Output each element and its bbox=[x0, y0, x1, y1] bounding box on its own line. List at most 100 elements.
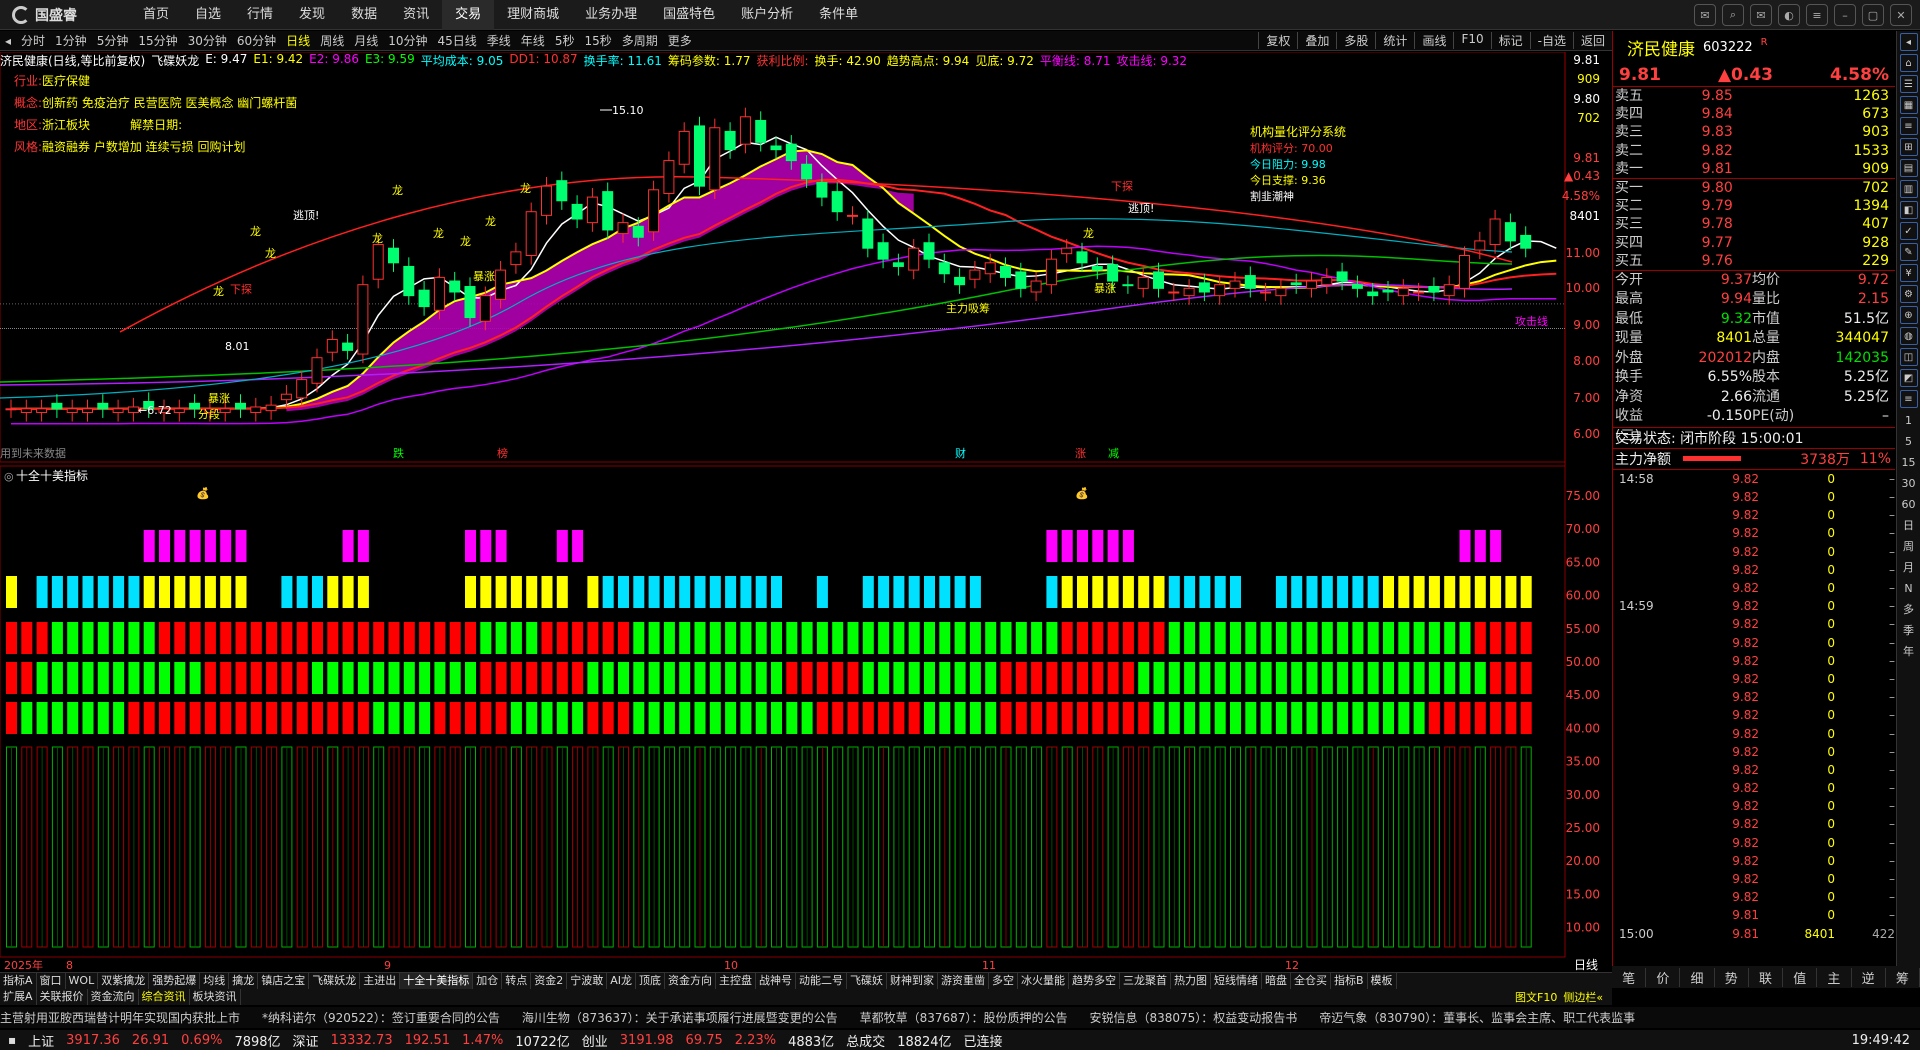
period-tab[interactable]: 分时 bbox=[16, 32, 50, 49]
indicator-tab[interactable]: WOL bbox=[66, 973, 99, 989]
quote-tab[interactable]: 联 bbox=[1749, 967, 1784, 987]
side-tool-icon[interactable]: ▦ bbox=[1899, 96, 1918, 114]
menu-item[interactable]: 行情 bbox=[234, 0, 286, 30]
indicator-tab[interactable]: 冰火量能 bbox=[1018, 973, 1069, 989]
indicator-tab[interactable]: 财神到家 bbox=[887, 973, 938, 989]
f10-link[interactable]: 侧边栏« bbox=[1563, 989, 1603, 1005]
news-item[interactable]: 草都牧草（837687）：股份质押的公告 bbox=[860, 1009, 1068, 1026]
indicator-tab[interactable]: 转点 bbox=[502, 973, 532, 989]
menu-item[interactable]: 理财商城 bbox=[494, 0, 572, 30]
info-tab[interactable]: 综合资讯 bbox=[139, 989, 190, 1005]
news-item[interactable]: *纳科诺尔（920522）：签订重要合同的公告 bbox=[262, 1009, 500, 1026]
info-tab[interactable]: 资金流向 bbox=[88, 989, 139, 1005]
info-tab[interactable]: 关联报价 bbox=[37, 989, 88, 1005]
indicator-tab[interactable]: 多空 bbox=[989, 973, 1018, 989]
indicator-tab[interactable]: 均线 bbox=[200, 973, 230, 989]
menu-item[interactable]: 发现 bbox=[286, 0, 338, 30]
period-tab[interactable]: 日线 bbox=[281, 32, 315, 49]
side-period[interactable]: 月 bbox=[1900, 558, 1918, 576]
side-period[interactable]: 30 bbox=[1900, 474, 1918, 492]
period-tab[interactable]: 多周期 bbox=[617, 32, 663, 49]
indicator-tab[interactable]: 镇店之宝 bbox=[258, 973, 310, 989]
indicator-tab[interactable]: 主控盘 bbox=[716, 973, 756, 989]
news-item[interactable]: 海川生物（873637）：关于承诺事项履行进展暨变更的公告 bbox=[522, 1009, 838, 1026]
side-tool-icon[interactable]: ¥ bbox=[1899, 264, 1918, 282]
toolbar-button[interactable]: 标记 bbox=[1490, 32, 1530, 49]
side-tool-icon[interactable]: ▤ bbox=[1899, 159, 1918, 177]
indicator-tab[interactable]: 暗盘 bbox=[1262, 973, 1291, 989]
side-period[interactable]: 季 bbox=[1900, 621, 1918, 639]
quote-tab[interactable]: 值 bbox=[1783, 967, 1818, 987]
indicator-tab[interactable]: 宁波敢 bbox=[567, 973, 608, 989]
indicator-tab[interactable]: 热力图 bbox=[1171, 973, 1211, 989]
indicator-tab[interactable]: 擒龙 bbox=[229, 973, 259, 989]
close-button[interactable]: ✕ bbox=[1890, 4, 1912, 26]
side-tool-icon[interactable]: ⊕ bbox=[1899, 306, 1918, 324]
menu-item[interactable]: 资讯 bbox=[390, 0, 442, 30]
indicator-tab[interactable]: 三龙聚首 bbox=[1120, 973, 1171, 989]
quote-tab[interactable]: 笔 bbox=[1612, 967, 1647, 987]
indicator-tab[interactable]: 强势起爆 bbox=[149, 973, 201, 989]
menu-item[interactable]: 国盛特色 bbox=[650, 0, 728, 30]
period-tab[interactable]: 更多 bbox=[663, 32, 697, 49]
quote-tab[interactable]: 细 bbox=[1680, 967, 1715, 987]
candlestick-chart[interactable]: 9.81 909 9.80 702 9.81 ▲0.43 4.58% 8401 11.00 10.… bbox=[0, 52, 1612, 972]
menu-item[interactable]: 业务办理 bbox=[572, 0, 650, 30]
toolbar-button[interactable]: F10 bbox=[1453, 32, 1490, 49]
side-tool-icon[interactable]: ◍ bbox=[1899, 327, 1918, 345]
toolbar-button[interactable]: 统计 bbox=[1375, 32, 1414, 49]
indicator-tab[interactable]: 飞碟妖 bbox=[847, 973, 887, 989]
menu-item[interactable]: 数据 bbox=[338, 0, 390, 30]
indicator-tab[interactable]: 战神号 bbox=[756, 973, 796, 989]
quote-tab[interactable]: 主 bbox=[1817, 967, 1852, 987]
side-period[interactable]: 多 bbox=[1900, 600, 1918, 618]
info-tab[interactable]: 板块资讯 bbox=[190, 989, 241, 1005]
quote-tab[interactable]: 价 bbox=[1646, 967, 1681, 987]
indicator-tab[interactable]: 飞碟妖龙 bbox=[309, 973, 361, 989]
news-item[interactable]: 主营射用亚胺西瑞替计明年实现国内获批上市 bbox=[0, 1009, 240, 1026]
side-period[interactable]: 日 bbox=[1900, 516, 1918, 534]
period-tab[interactable]: 年线 bbox=[516, 32, 550, 49]
menu-item[interactable]: 交易 bbox=[442, 0, 495, 30]
side-tool-icon[interactable]: ◂ bbox=[1899, 33, 1918, 51]
side-tool-icon[interactable]: ✓ bbox=[1899, 222, 1918, 240]
toolbar-button[interactable]: 复权 bbox=[1258, 32, 1297, 49]
indicator-tab[interactable]: 加仓 bbox=[473, 973, 503, 989]
indicator-tab[interactable]: 窗口 bbox=[37, 973, 66, 989]
side-period[interactable]: 年 bbox=[1900, 642, 1918, 660]
side-period[interactable]: N bbox=[1900, 579, 1918, 597]
mail-icon[interactable]: ✉ bbox=[1750, 4, 1772, 26]
menu-item[interactable]: 首页 bbox=[130, 0, 182, 30]
news-item[interactable]: 安锐信息（838075）：权益变动报告书 bbox=[1089, 1009, 1297, 1026]
period-tab[interactable]: 15秒 bbox=[579, 32, 616, 49]
indicator-tab[interactable]: 资金方向 bbox=[665, 973, 716, 989]
menu-item[interactable]: 账户分析 bbox=[728, 0, 806, 30]
toolbar-button[interactable]: 返回 bbox=[1572, 32, 1612, 49]
toolbar-button[interactable]: 多股 bbox=[1336, 32, 1375, 49]
indicator-tab[interactable]: 指标B bbox=[1331, 973, 1368, 989]
indicator-tab[interactable]: 资金2 bbox=[531, 973, 568, 989]
side-tool-icon[interactable]: ▥ bbox=[1899, 180, 1918, 198]
indicator-name[interactable]: 飞碟妖龙 bbox=[151, 52, 199, 70]
maximize-button[interactable]: ▢ bbox=[1862, 4, 1884, 26]
indicator-tab[interactable]: 动能二号 bbox=[796, 973, 847, 989]
period-tab[interactable]: 60分钟 bbox=[232, 32, 281, 49]
side-tool-icon[interactable]: ⚙ bbox=[1899, 285, 1918, 303]
side-period[interactable]: 1 bbox=[1900, 411, 1918, 429]
side-tool-icon[interactable]: ☰ bbox=[1899, 75, 1918, 93]
quote-tab[interactable]: 势 bbox=[1715, 967, 1749, 987]
indicator-tab[interactable]: 全仓买 bbox=[1291, 973, 1331, 989]
period-tab[interactable]: 月线 bbox=[349, 32, 383, 49]
collapse-icon[interactable]: ◂ bbox=[0, 34, 16, 48]
side-period[interactable]: 15 bbox=[1900, 453, 1918, 471]
indicator-tab[interactable]: 游资重凿 bbox=[938, 973, 989, 989]
indicator-tab[interactable]: 十全十美指标 bbox=[400, 973, 474, 989]
side-tool-icon[interactable]: ≡ bbox=[1899, 390, 1918, 408]
menu-item[interactable]: 自选 bbox=[182, 0, 234, 30]
period-tab[interactable]: 季线 bbox=[482, 32, 516, 49]
period-tab[interactable]: 周线 bbox=[315, 32, 349, 49]
period-tab[interactable]: 5秒 bbox=[550, 32, 580, 49]
side-tool-icon[interactable]: ✎ bbox=[1899, 243, 1918, 261]
message-icon[interactable]: ✉ bbox=[1694, 4, 1716, 26]
period-tab[interactable]: 45日线 bbox=[433, 32, 482, 49]
